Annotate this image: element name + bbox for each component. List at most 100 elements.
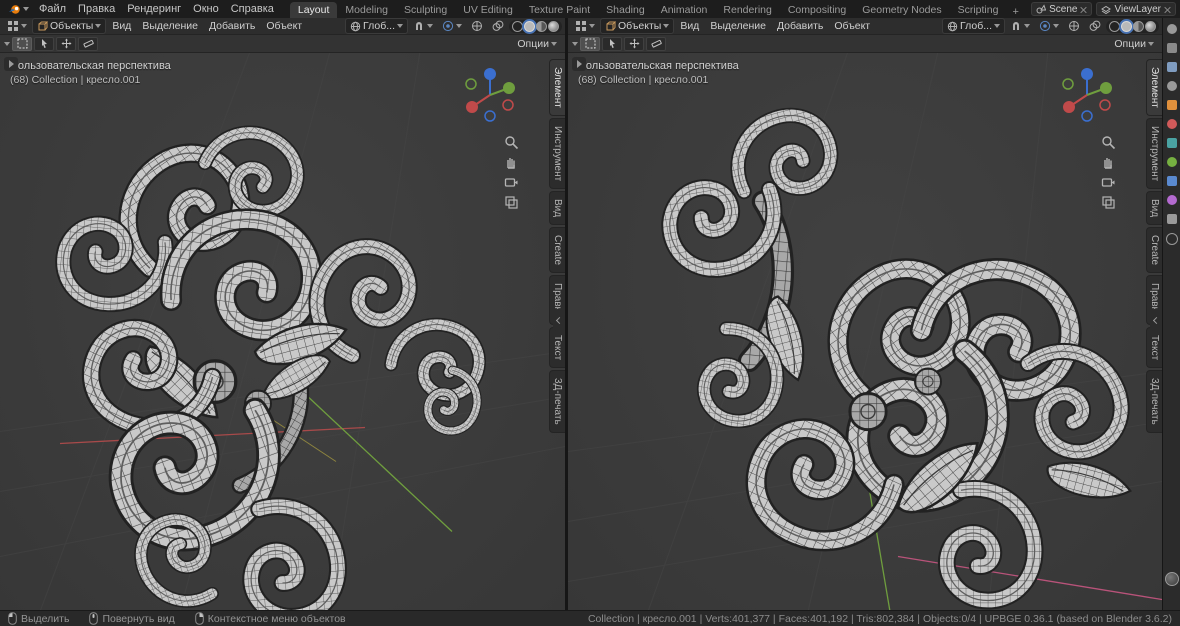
editor-type-button[interactable] [571, 19, 599, 33]
transform-orientation-dropdown[interactable]: Глоб... [942, 18, 1005, 34]
shading-material-button[interactable] [536, 21, 547, 32]
3d-viewport-canvas-left[interactable]: Пользовательская перспектива (68) Collec… [0, 53, 565, 610]
menu-view[interactable]: Вид [107, 19, 136, 33]
workspace-tab-shading[interactable]: Shading [598, 2, 653, 18]
sidebar-tab-item[interactable]: Элемент [549, 59, 565, 116]
pan-hand-icon[interactable] [504, 155, 519, 170]
editor-type-button[interactable] [3, 19, 31, 33]
show-gizmo-button[interactable] [1064, 19, 1084, 33]
sidebar-tab-create[interactable]: Create [549, 227, 565, 273]
sidebar-tab-tool[interactable]: Инструмент [1146, 118, 1162, 189]
tool-move[interactable] [624, 37, 644, 51]
toolbar-expand-button[interactable] [572, 57, 586, 71]
options-dropdown[interactable]: Опции [513, 37, 561, 51]
shading-rendered-button[interactable] [548, 21, 559, 32]
menu-select[interactable]: Выделение [705, 19, 771, 33]
viewlayer-selector[interactable]: ViewLayer [1096, 2, 1176, 16]
zoom-icon[interactable] [1101, 135, 1116, 150]
menu-render[interactable]: Рендеринг [121, 2, 187, 16]
sidebar-collapse-button[interactable] [1150, 309, 1162, 331]
menu-add[interactable]: Добавить [204, 19, 260, 33]
menu-edit[interactable]: Правка [72, 2, 121, 16]
workspace-tab-rendering[interactable]: Rendering [715, 2, 779, 18]
properties-tab-constraints-icon[interactable] [1167, 214, 1177, 224]
tool-cursor[interactable] [34, 37, 54, 51]
tool-dropdown-icon[interactable] [572, 42, 578, 46]
sidebar-tab-3dprint[interactable]: 3Д-печать [1146, 370, 1162, 433]
scene-selector[interactable]: Scene [1031, 2, 1092, 16]
pan-hand-icon[interactable] [1101, 155, 1116, 170]
transform-orientation-dropdown[interactable]: Глоб... [345, 18, 408, 34]
workspace-tab-animation[interactable]: Animation [653, 2, 716, 18]
material-preview-sphere-icon[interactable] [1165, 572, 1179, 586]
tool-move[interactable] [56, 37, 76, 51]
overlays-button[interactable] [1085, 19, 1105, 33]
tool-dropdown-icon[interactable] [4, 42, 10, 46]
menu-object[interactable]: Объект [261, 19, 307, 33]
workspace-tab-layout[interactable]: Layout [290, 2, 338, 18]
sidebar-tab-text[interactable]: Текст [549, 327, 565, 368]
overlays-button[interactable] [488, 19, 508, 33]
menu-window[interactable]: Окно [187, 2, 225, 16]
menu-file[interactable]: Файл [33, 2, 72, 16]
properties-tab-modifiers-icon[interactable] [1167, 176, 1177, 186]
workspace-tab-geometry-nodes[interactable]: Geometry Nodes [854, 2, 949, 18]
properties-tab-tool-icon[interactable] [1167, 24, 1177, 34]
3d-viewport-canvas-right[interactable]: Пользовательская перспектива (68) Collec… [568, 53, 1162, 610]
menu-help[interactable]: Справка [225, 2, 280, 16]
menu-select[interactable]: Выделение [137, 19, 203, 33]
shading-solid-button[interactable] [524, 21, 535, 32]
menu-view[interactable]: Вид [675, 19, 704, 33]
sidebar-tab-tool[interactable]: Инструмент [549, 118, 565, 189]
navigation-gizmo[interactable] [457, 61, 523, 127]
app-menu-button[interactable] [4, 3, 33, 16]
sidebar-collapse-button[interactable] [553, 309, 565, 331]
properties-tab-viewlayer-icon[interactable] [1167, 81, 1177, 91]
properties-tab-collection-icon[interactable] [1167, 138, 1177, 148]
snap-button[interactable] [1006, 19, 1034, 33]
remove-viewlayer-icon[interactable] [1164, 6, 1171, 13]
properties-tab-world-icon[interactable] [1167, 119, 1177, 129]
tool-select-box[interactable] [12, 37, 32, 51]
workspace-tab-texture-paint[interactable]: Texture Paint [521, 2, 598, 18]
workspace-tab-sculpting[interactable]: Sculpting [396, 2, 455, 18]
camera-view-icon[interactable] [1101, 175, 1116, 190]
unlink-scene-icon[interactable] [1080, 6, 1087, 13]
zoom-icon[interactable] [504, 135, 519, 150]
toolbar-expand-button[interactable] [4, 57, 18, 71]
sidebar-tab-view[interactable]: Вид [1146, 191, 1162, 225]
perspective-toggle-icon[interactable] [1101, 195, 1116, 210]
shading-solid-button[interactable] [1121, 21, 1132, 32]
proportional-edit-button[interactable] [1035, 19, 1063, 33]
options-dropdown[interactable]: Опции [1110, 37, 1158, 51]
properties-tab-output-icon[interactable] [1167, 62, 1177, 72]
menu-add[interactable]: Добавить [772, 19, 828, 33]
workspace-tab-modeling[interactable]: Modeling [337, 2, 396, 18]
properties-tab-object-icon[interactable] [1167, 157, 1177, 167]
mode-dropdown[interactable]: Объекты [32, 18, 106, 34]
mode-dropdown[interactable]: Объекты [600, 18, 674, 34]
workspace-tab-compositing[interactable]: Compositing [780, 2, 854, 18]
proportional-edit-button[interactable] [438, 19, 466, 33]
snap-button[interactable] [409, 19, 437, 33]
show-gizmo-button[interactable] [467, 19, 487, 33]
sidebar-tab-create[interactable]: Create [1146, 227, 1162, 273]
perspective-toggle-icon[interactable] [504, 195, 519, 210]
shading-wireframe-button[interactable] [512, 21, 523, 32]
sidebar-tab-item[interactable]: Элемент [1146, 59, 1162, 116]
workspace-tab-uv-editing[interactable]: UV Editing [455, 2, 521, 18]
properties-tab-scene-icon[interactable] [1167, 100, 1177, 110]
tool-select-box[interactable] [580, 37, 600, 51]
add-workspace-button[interactable]: + [1006, 6, 1024, 18]
sidebar-tab-3dprint[interactable]: 3Д-печать [549, 370, 565, 433]
properties-tab-data-icon[interactable] [1166, 233, 1178, 245]
properties-tab-render-icon[interactable] [1167, 43, 1177, 53]
menu-object[interactable]: Объект [829, 19, 875, 33]
workspace-tab-scripting[interactable]: Scripting [950, 2, 1007, 18]
shading-rendered-button[interactable] [1145, 21, 1156, 32]
shading-wireframe-button[interactable] [1109, 21, 1120, 32]
tool-measure[interactable] [78, 37, 98, 51]
camera-view-icon[interactable] [504, 175, 519, 190]
tool-measure[interactable] [646, 37, 666, 51]
properties-tab-physics-icon[interactable] [1167, 195, 1177, 205]
